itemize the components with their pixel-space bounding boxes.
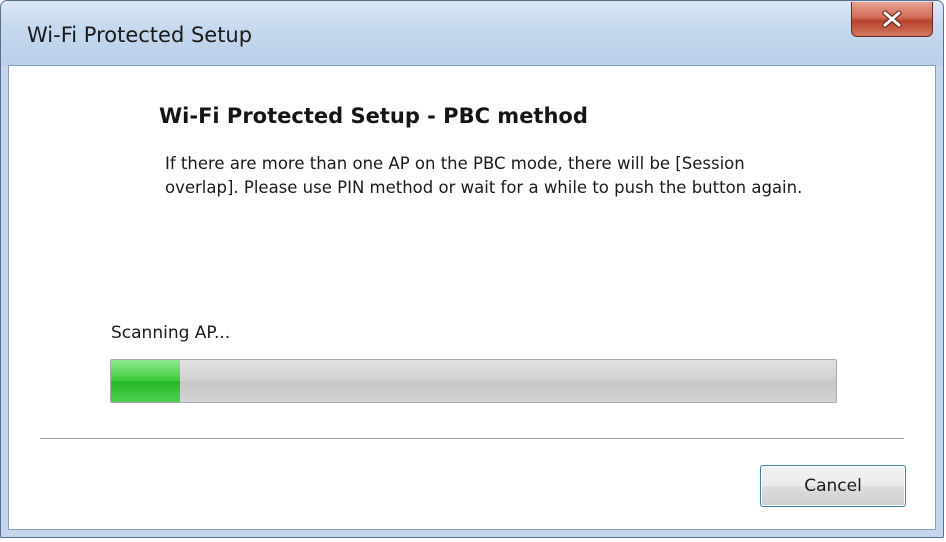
title-bar[interactable]: Wi-Fi Protected Setup [1,1,943,65]
description-text: If there are more than one AP on the PBC… [165,154,803,197]
divider [40,438,904,440]
dialog-body: Wi-Fi Protected Setup - PBC method If th… [8,65,936,530]
close-icon [882,10,902,28]
cancel-button[interactable]: Cancel [760,465,906,507]
progress-bar [110,359,837,403]
dialog-window: Wi-Fi Protected Setup Wi-Fi Protected Se… [0,0,944,538]
progress-bar-fill [111,360,180,402]
close-button[interactable] [851,2,933,37]
page-title: Wi-Fi Protected Setup - PBC method [159,104,588,128]
status-text: Scanning AP... [111,323,231,343]
window-title: Wi-Fi Protected Setup [27,23,253,47]
